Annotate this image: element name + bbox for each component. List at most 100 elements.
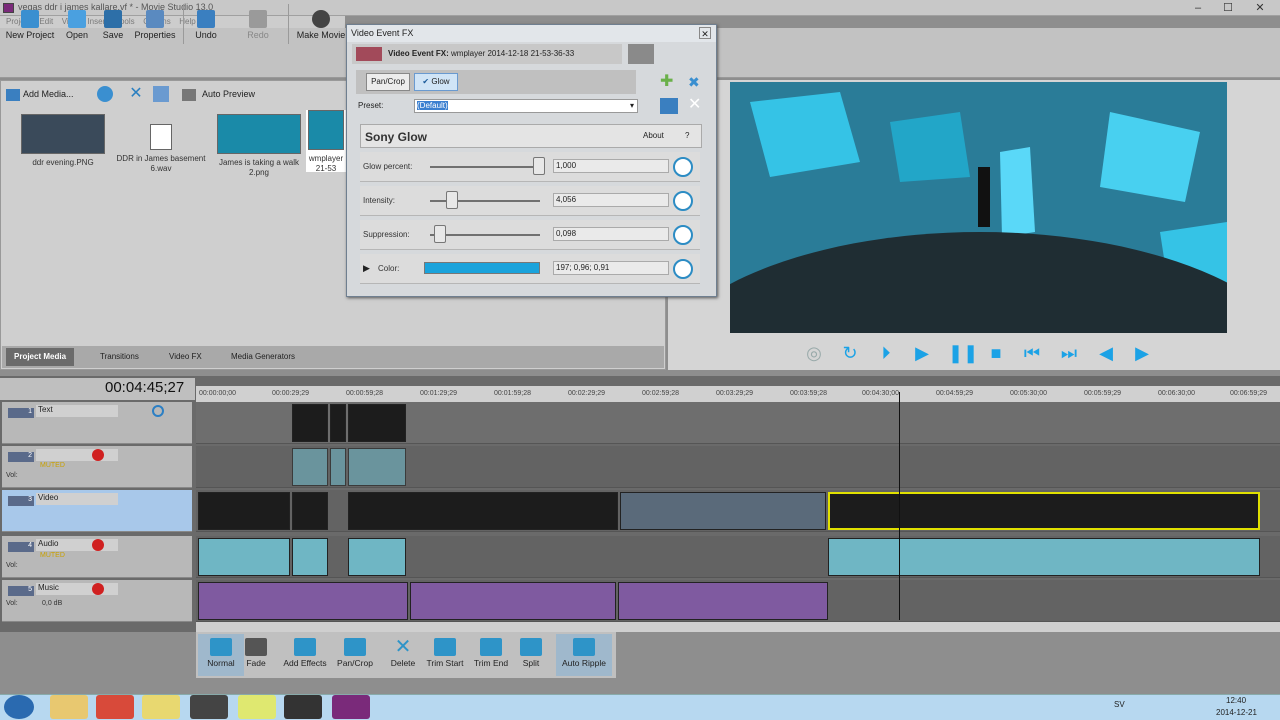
timeline-clip[interactable] <box>198 582 408 620</box>
track-lane-2[interactable] <box>196 446 1280 488</box>
timeline-clip[interactable] <box>292 448 328 486</box>
track-name[interactable] <box>36 449 118 461</box>
track-lane-text[interactable] <box>196 402 1280 444</box>
track-name[interactable]: Text <box>36 405 118 417</box>
timeline-clip[interactable] <box>348 448 406 486</box>
param-slider-track[interactable] <box>430 166 540 168</box>
timeline-scrollbar[interactable] <box>196 622 1280 632</box>
timeline-clip[interactable] <box>292 492 328 530</box>
preset-dropdown[interactable]: (Default) ▾ <box>414 99 638 113</box>
fx-chain-pan-crop[interactable]: Pan/Crop <box>366 73 410 91</box>
bypass-icon[interactable] <box>152 405 164 417</box>
param-value-field[interactable]: 4,056 <box>553 193 669 207</box>
param-slider-knob[interactable] <box>434 225 446 243</box>
timeline-clip[interactable] <box>348 538 406 576</box>
media-item-selected[interactable]: wmplayer 21-53 <box>306 110 346 172</box>
color-swatch[interactable] <box>424 262 540 274</box>
properties-button[interactable]: Properties <box>130 4 180 48</box>
obs-taskbar-icon[interactable] <box>284 695 322 719</box>
play-icon[interactable]: ▶ <box>910 342 934 364</box>
auto-ripple-button[interactable]: Auto Ripple <box>556 634 612 676</box>
arm-record-icon[interactable] <box>92 449 104 461</box>
go-to-end-icon[interactable]: ⏭ <box>1057 342 1081 364</box>
maximize-button[interactable]: ☐ <box>1214 0 1242 16</box>
timeline-clip[interactable] <box>292 404 328 442</box>
next-frame-icon[interactable]: ▶ <box>1130 342 1154 364</box>
timeline-clip[interactable] <box>348 404 406 442</box>
start-button[interactable] <box>4 695 34 719</box>
new-project-button[interactable]: New Project <box>5 4 55 48</box>
param-slider-track[interactable] <box>430 234 540 236</box>
close-button[interactable]: ✕ <box>1246 0 1274 16</box>
trim-start-button[interactable]: Trim Start <box>422 634 468 676</box>
track-name[interactable]: Audio <box>36 539 118 551</box>
playhead-cursor[interactable] <box>899 392 900 620</box>
media-item[interactable]: DDR in James basement 6.wav <box>116 114 206 174</box>
get-media-icon[interactable] <box>97 86 113 102</box>
param-value-field[interactable]: 197; 0,96; 0,91 <box>553 261 669 275</box>
timeline-clip[interactable] <box>292 538 328 576</box>
arm-record-icon[interactable] <box>92 539 104 551</box>
auto-preview-button[interactable]: Auto Preview <box>182 86 272 102</box>
arm-record-icon[interactable] <box>92 583 104 595</box>
track-header-video[interactable]: 3 Video <box>2 490 192 532</box>
param-value-field[interactable]: 1,000 <box>553 159 669 173</box>
param-slider-knob[interactable] <box>446 191 458 209</box>
track-header-music[interactable]: 5 Music Vol: 0,0 dB <box>2 580 192 622</box>
timeline-clip[interactable] <box>198 538 290 576</box>
app-taskbar-icon[interactable] <box>238 695 276 719</box>
track-lane-audio[interactable] <box>196 536 1280 578</box>
fx-chain-toggle-icon[interactable] <box>628 44 654 64</box>
timeline-clip[interactable] <box>828 538 1260 576</box>
animate-clock-icon[interactable] <box>673 191 693 211</box>
dialog-close-button[interactable]: ✕ <box>699 27 711 39</box>
delete-preset-icon[interactable]: ✕ <box>688 96 706 114</box>
animate-clock-icon[interactable] <box>673 259 693 279</box>
timeline-clip[interactable] <box>198 492 290 530</box>
media-properties-icon[interactable] <box>153 86 169 102</box>
tab-video-fx[interactable]: Video FX <box>161 348 210 366</box>
play-from-start-icon[interactable]: ⏵ <box>874 342 898 364</box>
media-item[interactable]: James is taking a walk 2.png <box>214 114 304 178</box>
media-item[interactable]: ddr evening.PNG <box>18 114 108 168</box>
delete-button[interactable]: ✕ Delete <box>380 634 426 676</box>
undo-button[interactable]: Undo <box>181 4 231 48</box>
tab-media-generators[interactable]: Media Generators <box>223 348 303 366</box>
animate-clock-icon[interactable] <box>673 157 693 177</box>
timeline-clip[interactable] <box>618 582 828 620</box>
loop-icon[interactable]: ↻ <box>838 342 862 364</box>
stop-icon[interactable]: ■ <box>984 342 1008 364</box>
timeline-clip[interactable] <box>330 404 346 442</box>
timeline-clip[interactable] <box>620 492 826 530</box>
timeline-clip-selected[interactable] <box>828 492 1260 530</box>
help-button[interactable]: ? <box>685 131 689 140</box>
chrome-taskbar-icon[interactable] <box>96 695 134 719</box>
track-header-audio[interactable]: 4 Audio MUTED Vol: <box>2 536 192 578</box>
record-icon[interactable]: ◎ <box>802 342 826 364</box>
split-button[interactable]: Split <box>508 634 554 676</box>
fade-button[interactable]: Fade <box>233 634 279 676</box>
language-indicator[interactable]: SV <box>1114 700 1125 709</box>
timeline-clip[interactable] <box>330 448 346 486</box>
track-header-2[interactable]: 2 MUTED Vol: <box>2 446 192 488</box>
add-fx-icon[interactable]: ✚ <box>660 74 678 90</box>
timeline-clip[interactable] <box>348 492 618 530</box>
remove-media-icon[interactable]: ✕ <box>127 86 145 102</box>
remove-fx-icon[interactable]: ✖ <box>688 74 706 90</box>
track-lane-music[interactable] <box>196 580 1280 622</box>
track-lane-video[interactable] <box>196 490 1280 532</box>
pause-icon[interactable]: ❚❚ <box>948 342 978 364</box>
track-header-text[interactable]: 1 Text <box>2 402 192 444</box>
go-to-start-icon[interactable]: ⏮ <box>1020 342 1044 364</box>
animate-clock-icon[interactable] <box>673 225 693 245</box>
tab-project-media[interactable]: Project Media <box>6 348 75 366</box>
redo-button[interactable]: Redo <box>233 4 283 48</box>
expand-triangle-icon[interactable]: ▶ <box>363 263 370 274</box>
fx-chain-glow[interactable]: ✔ Glow <box>414 73 458 91</box>
track-name[interactable]: Music <box>36 583 118 595</box>
track-name[interactable]: Video <box>36 493 118 505</box>
minimize-button[interactable]: – <box>1184 0 1212 16</box>
folder-taskbar-icon[interactable] <box>142 695 180 719</box>
add-effects-button[interactable]: Add Effects <box>279 634 331 676</box>
param-slider-knob[interactable] <box>533 157 545 175</box>
